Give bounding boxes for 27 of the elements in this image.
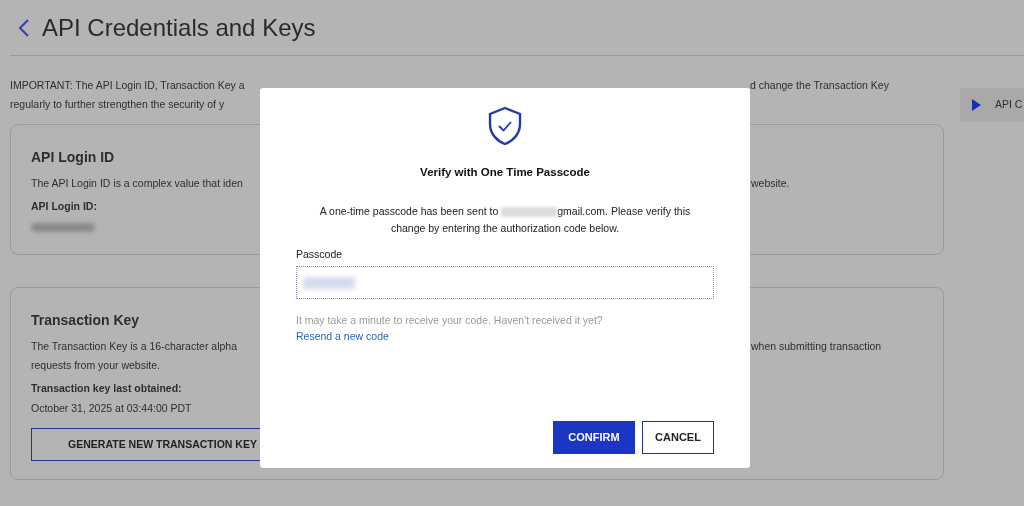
dialog-title: Verify with One Time Passcode — [419, 165, 591, 180]
field-label: Passcode — [296, 247, 343, 263]
play-icon — [972, 99, 981, 111]
hint-text: It may take a minute to receive your code. Haven't received it yet? — [296, 313, 603, 328]
dialog-message: A one-time passcode has been sent to gmail.com. Please verify this change by entering the authorization code below. — [318, 204, 692, 237]
tab-label: API C — [995, 97, 1023, 113]
description-text: The API Login ID is a complex value that iden — [31, 177, 243, 189]
passcode-field[interactable] — [296, 266, 714, 299]
field-label: API Login ID: — [31, 199, 97, 214]
description-text: requests from your website. — [31, 358, 160, 371]
confirm-button[interactable]: CONFIRM — [553, 421, 635, 454]
description-text: The Transaction Key is a 16-character alpha — [31, 339, 238, 352]
cancel-button[interactable]: CANCEL — [642, 421, 714, 454]
shield-check-icon — [488, 106, 522, 146]
field-label: Transaction key last obtained: — [31, 380, 182, 396]
description-text: when submitting transaction — [751, 338, 882, 354]
notice-text: IMPORTANT: The API Login ID, Transaction Key a — [10, 79, 245, 91]
description-text: website. — [751, 176, 790, 191]
card-title: API Login ID — [31, 148, 115, 167]
page-title: API Credentials and Keys — [42, 12, 316, 43]
resend-link[interactable]: Resend a new code — [296, 328, 389, 345]
side-tab[interactable]: API C — [960, 88, 1024, 122]
notice-text: regularly to further strengthen the security of y — [10, 98, 225, 110]
back-icon[interactable] — [18, 17, 30, 38]
card-title: Transaction Key — [31, 310, 140, 330]
field-value: October 31, 2025 at 03:44:00 PDT — [31, 400, 192, 416]
notice-text: d change the Transaction Key — [750, 78, 889, 93]
